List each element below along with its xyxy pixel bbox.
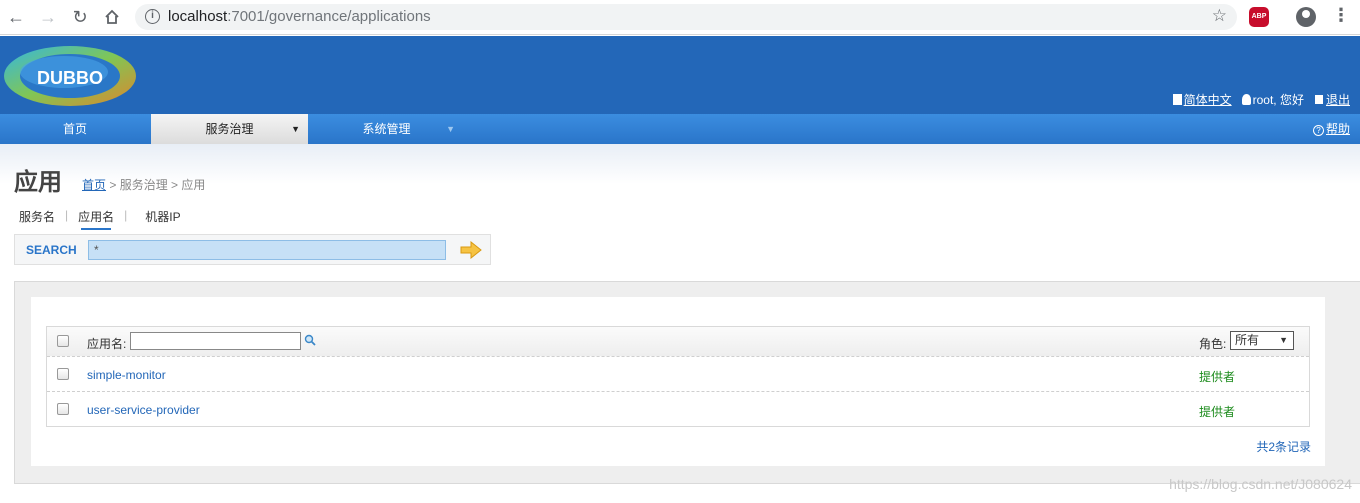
role-label: 角色:: [1199, 337, 1227, 351]
browser-menu-icon[interactable]: ⋮: [1332, 5, 1350, 26]
menu-system-management[interactable]: 系统管理 ▼: [308, 114, 465, 144]
breadcrumb-home-link[interactable]: 首页: [82, 178, 106, 192]
help-link[interactable]: ? 帮助: [1312, 114, 1350, 144]
home-icon[interactable]: [101, 6, 123, 28]
user-greeting: root, 您好: [1241, 91, 1304, 108]
row-checkbox[interactable]: [57, 403, 69, 415]
watermark: https://blog.csdn.net/J080624: [1169, 476, 1352, 492]
content-inner: 应用名: 角色: 所有 ▼ simple-monitor 提供者 user-ser…: [31, 297, 1325, 466]
svg-text:DUBBO: DUBBO: [37, 68, 103, 88]
help-icon: ?: [1312, 125, 1324, 136]
total-records: 共2条记录: [1256, 440, 1311, 454]
page-title: 应用: [14, 169, 62, 196]
role-value: 提供者: [1199, 405, 1236, 419]
search-go-arrow-icon[interactable]: [460, 241, 482, 259]
bookmark-star-icon[interactable]: ☆: [1212, 6, 1227, 26]
dubbo-logo: DUBBO: [4, 46, 136, 106]
back-icon[interactable]: ←: [5, 6, 27, 28]
url-text[interactable]: localhost:7001/governance/applications: [168, 8, 431, 25]
forward-icon[interactable]: →: [37, 6, 59, 28]
filter-label: 应用名:: [87, 337, 127, 351]
table-header: 应用名: 角色: 所有 ▼: [47, 327, 1309, 357]
tab-separator: |: [124, 208, 128, 222]
menu-service-governance[interactable]: 服务治理 ▼: [151, 114, 308, 144]
select-all-checkbox[interactable]: [57, 335, 69, 347]
table-row: simple-monitor 提供者: [47, 357, 1309, 392]
app-header: DUBBO 简体中文 root, 您好 退出: [0, 36, 1360, 114]
dropdown-caret-icon: ▼: [291, 124, 300, 134]
content-panel: 应用名: 角色: 所有 ▼ simple-monitor 提供者 user-ser…: [14, 281, 1360, 484]
language-link[interactable]: 简体中文: [1172, 91, 1232, 108]
search-label: SEARCH: [26, 243, 77, 257]
breadcrumb: 首页 > 服务治理 > 应用: [82, 178, 206, 192]
site-info-icon[interactable]: i: [145, 9, 160, 24]
search-input[interactable]: *: [88, 240, 446, 260]
applications-table: 应用名: 角色: 所有 ▼ simple-monitor 提供者 user-ser…: [46, 326, 1310, 427]
search-icon[interactable]: [304, 334, 316, 346]
chevron-down-icon: ▼: [1279, 335, 1288, 345]
role-value: 提供者: [1199, 370, 1236, 384]
reload-icon[interactable]: ↻: [69, 6, 91, 28]
main-menu: 首页 服务治理 ▼ 系统管理 ▼ ? 帮助: [0, 114, 1360, 144]
browser-toolbar: ← → ↻ i localhost:7001/governance/applic…: [0, 0, 1360, 35]
menu-home[interactable]: 首页: [0, 114, 150, 144]
row-checkbox[interactable]: [57, 368, 69, 380]
application-name-link[interactable]: user-service-provider: [87, 403, 200, 417]
tab-machine-ip[interactable]: 机器IP: [145, 208, 180, 225]
adblock-icon[interactable]: ABP: [1249, 7, 1269, 27]
application-name-link[interactable]: simple-monitor: [87, 368, 166, 382]
logout-icon: [1313, 94, 1324, 105]
application-filter-input[interactable]: [130, 332, 301, 350]
logout-link[interactable]: 退出: [1313, 91, 1350, 108]
profile-icon[interactable]: [1296, 7, 1316, 27]
user-icon: [1241, 94, 1251, 105]
tab-application-name[interactable]: 应用名: [78, 208, 114, 230]
table-row: user-service-provider 提供者: [47, 392, 1309, 427]
dropdown-caret-icon: ▼: [446, 124, 455, 134]
document-icon: [1172, 94, 1182, 105]
search-bar: SEARCH *: [14, 234, 491, 265]
search-type-tabs: 服务名 | 应用名 | 机器IP: [19, 208, 181, 230]
address-bar[interactable]: i localhost:7001/governance/applications…: [135, 4, 1237, 30]
tab-separator: |: [65, 208, 69, 222]
tab-service-name[interactable]: 服务名: [19, 208, 55, 225]
role-select[interactable]: 所有 ▼: [1230, 331, 1294, 350]
